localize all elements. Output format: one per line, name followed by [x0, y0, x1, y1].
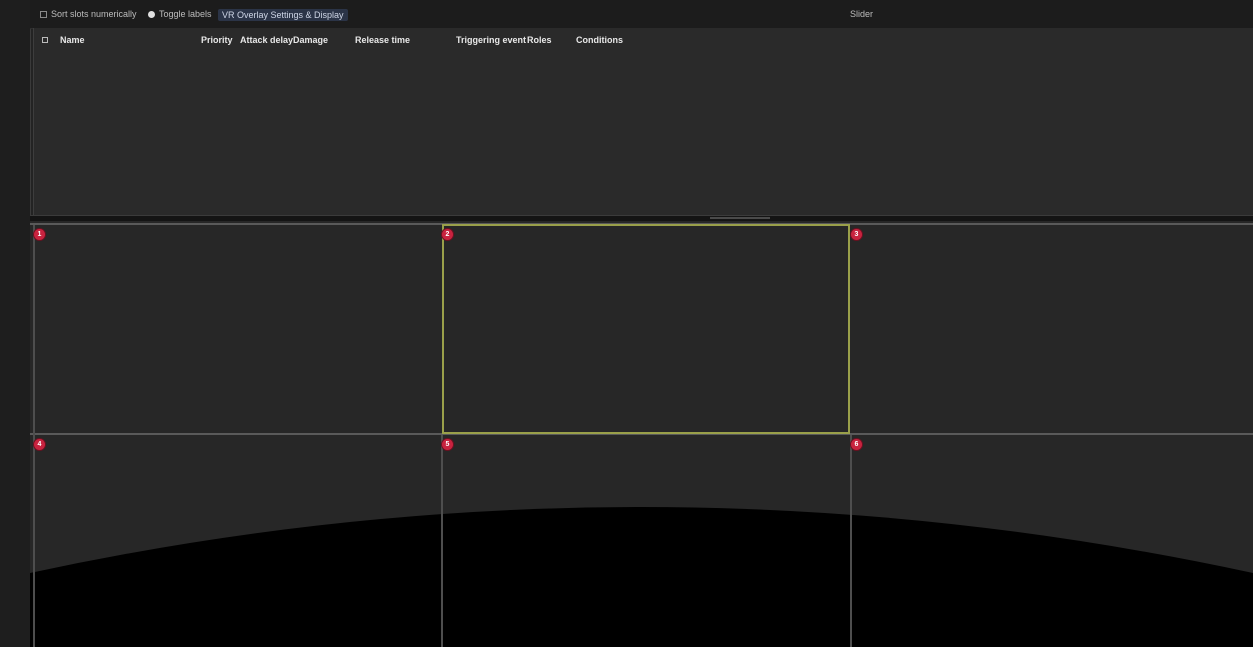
column-conditions[interactable]: Conditions: [576, 35, 623, 45]
slot-marker-6[interactable]: 6: [851, 439, 862, 450]
toggle-labels-label: Toggle labels: [159, 9, 212, 19]
sort-slots-label: Sort slots numerically: [51, 9, 137, 19]
slot-marker-1[interactable]: 1: [34, 229, 45, 240]
column-triggering-event[interactable]: Triggering event: [456, 35, 526, 45]
column-release-time[interactable]: Release time: [355, 35, 410, 45]
checkbox-icon[interactable]: [40, 10, 47, 18]
left-rail: [0, 0, 31, 647]
toggle-labels-option[interactable]: Toggle labels: [148, 9, 212, 19]
sort-slots-toggle[interactable]: Sort slots numerically: [40, 9, 137, 19]
list-panel: Name Priority Attack delay Damage Releas…: [33, 28, 1253, 218]
overlay-settings-label: VR Overlay Settings & Display: [218, 9, 348, 21]
overlay-settings-button[interactable]: VR Overlay Settings & Display: [218, 9, 348, 21]
slider-control[interactable]: Slider: [850, 9, 873, 19]
slot-marker-5[interactable]: 5: [442, 439, 453, 450]
column-name[interactable]: Name: [60, 35, 85, 45]
column-priority[interactable]: Priority: [201, 35, 233, 45]
column-damage[interactable]: Damage: [293, 35, 328, 45]
slot-marker-2[interactable]: 2: [442, 229, 453, 240]
table-header: Name Priority Attack delay Damage Releas…: [34, 28, 1253, 50]
grid-line-left: [33, 225, 35, 647]
slot-marker-4[interactable]: 4: [34, 439, 45, 450]
grid-line-center-right: [850, 435, 852, 647]
layout-viewport[interactable]: 1 2 3 4 5 6: [30, 221, 1253, 647]
selected-slot[interactable]: [442, 224, 850, 434]
grid-line-center-left: [441, 435, 443, 647]
column-attack-delay[interactable]: Attack delay: [240, 35, 293, 45]
slider-label: Slider: [850, 9, 874, 19]
select-all-checkbox[interactable]: [42, 35, 48, 45]
toolbar: Sort slots numerically Toggle labels VR …: [30, 0, 1253, 29]
slot-marker-3[interactable]: 3: [851, 229, 862, 240]
splitter-grip-icon[interactable]: [710, 217, 770, 219]
radio-icon[interactable]: [148, 10, 155, 18]
column-roles[interactable]: Roles: [527, 35, 552, 45]
checkbox-icon[interactable]: [42, 37, 48, 43]
